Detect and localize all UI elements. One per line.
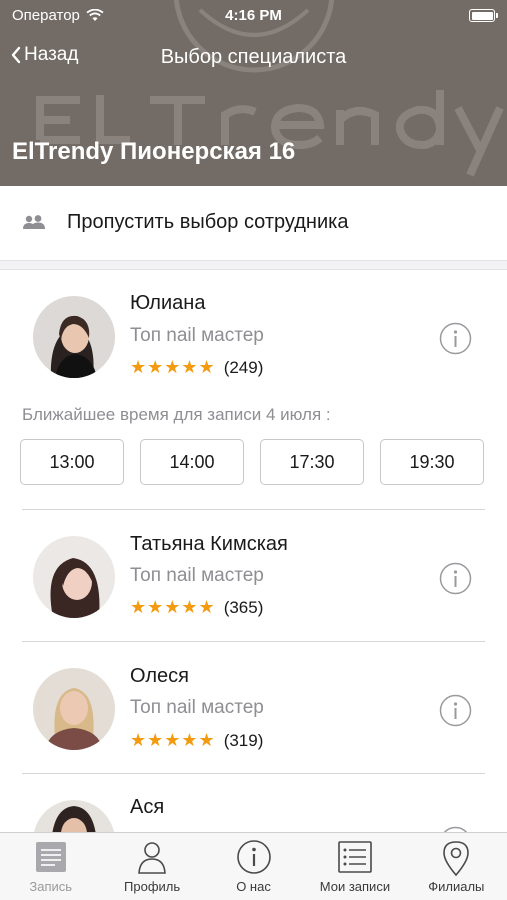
specialist-role: Топ nail мастер (130, 325, 264, 346)
tab-about[interactable]: О нас (203, 833, 304, 900)
time-slot[interactable]: 19:30 (380, 439, 484, 485)
tab-bar: Запись Профиль О нас Мои записи Филиалы (0, 832, 507, 900)
rating-stars: ★★★★★ (130, 730, 216, 750)
battery-icon (469, 9, 498, 22)
booking-icon (35, 842, 66, 872)
specialist-role: Топ nail мастер (130, 697, 264, 718)
info-icon[interactable] (439, 322, 472, 355)
tab-booking[interactable]: Запись (0, 833, 101, 900)
specialist-name: Юлиана (130, 292, 206, 314)
clock: 4:16 PM (225, 7, 282, 24)
section-separator (0, 260, 507, 270)
rating: ★★★★★ (365) (130, 597, 263, 618)
tab-branches[interactable]: Филиалы (406, 833, 507, 900)
list-icon (338, 841, 372, 873)
tab-label: О нас (236, 879, 271, 894)
nearest-time-label: Ближайшее время для записи 4 июля : (22, 405, 331, 424)
rating-stars: ★★★★★ (130, 597, 216, 617)
time-slot[interactable]: 14:00 (140, 439, 244, 485)
rating: ★★★★★ (249) (130, 357, 263, 378)
review-count: (365) (223, 597, 264, 617)
tab-label: Профиль (124, 879, 181, 894)
skip-label: Пропустить выбор сотрудника (67, 211, 349, 233)
skip-employee-selection-button[interactable]: Пропустить выбор сотрудника (0, 186, 507, 260)
tab-label: Запись (29, 879, 73, 894)
branch-title: ElTrendy Пионерская 16 (12, 138, 296, 165)
avatar (33, 668, 115, 750)
specialist-role: Топ nail мастер (130, 565, 264, 586)
page-title: Выбор специалиста (160, 46, 347, 68)
profile-icon (138, 842, 166, 874)
time-slot[interactable]: 13:00 (20, 439, 124, 485)
divider (22, 509, 485, 510)
specialist-name: Олеся (130, 665, 189, 687)
info-icon[interactable] (439, 694, 472, 727)
tab-profile[interactable]: Профиль (101, 833, 202, 900)
specialist-name: Ася (130, 796, 165, 818)
map-pin-icon (443, 841, 470, 877)
avatar (33, 296, 115, 378)
time-slot[interactable]: 17:30 (260, 439, 364, 485)
rating: ★★★★★ (319) (130, 730, 263, 751)
header: Оператор 4:16 PM Назад Выбор специалиста… (0, 0, 507, 186)
tab-label: Филиалы (428, 879, 485, 894)
info-icon[interactable] (439, 562, 472, 595)
rating-stars: ★★★★★ (130, 357, 216, 377)
review-count: (249) (223, 357, 264, 377)
specialist-name: Татьяна Кимская (130, 533, 288, 555)
status-bar: Оператор 4:16 PM (0, 0, 507, 32)
info-icon (236, 840, 271, 874)
tab-label: Мои записи (319, 879, 391, 894)
nav-bar: Назад Выбор специалиста (0, 38, 507, 78)
divider (22, 773, 485, 774)
review-count: (319) (223, 730, 264, 750)
divider (22, 641, 485, 642)
tab-my-bookings[interactable]: Мои записи (304, 833, 405, 900)
avatar (33, 536, 115, 618)
group-icon (23, 215, 45, 229)
